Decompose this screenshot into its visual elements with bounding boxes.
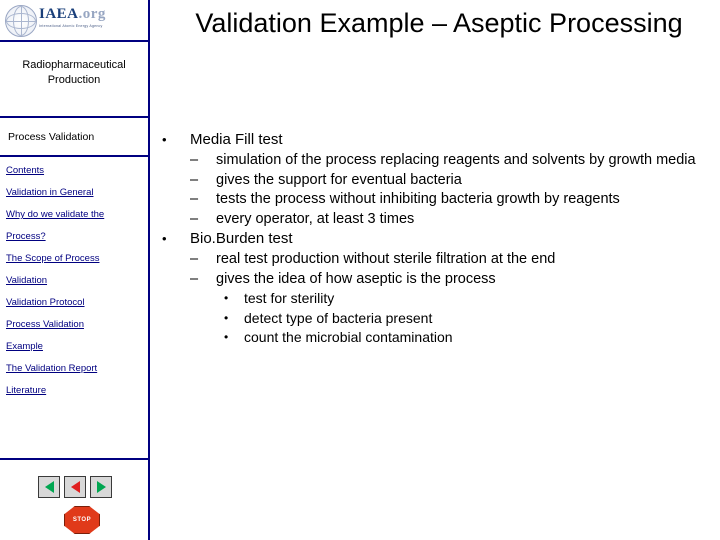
bullet-level3: • detect type of bacteria present — [158, 309, 714, 329]
slide-body: • Media Fill test – simulation of the pr… — [158, 130, 714, 348]
navigation-buttons — [38, 476, 118, 498]
sidebar-divider-top — [0, 116, 148, 118]
bullet-level2: – simulation of the process replacing re… — [158, 151, 714, 171]
sidebar-item-example[interactable]: Example — [6, 341, 148, 352]
sidebar-divider-mid — [0, 155, 148, 157]
bullet-level2-text: simulation of the process replacing reag… — [216, 152, 696, 168]
next-slide-button[interactable] — [90, 476, 112, 498]
sidebar-item-why-do-we-validate-the[interactable]: Why do we validate the — [6, 209, 148, 220]
bullet-dash-icon: – — [190, 152, 199, 168]
logo-name: IAEA.org — [39, 6, 106, 22]
bullet-level3: • test for sterility — [158, 289, 714, 309]
bullet-dot-icon: • — [224, 291, 229, 305]
table-of-contents: Contents Validation in General Why do we… — [6, 165, 148, 407]
stop-label: STOP — [72, 517, 92, 523]
bullet-level2: – real test production without sterile f… — [158, 250, 714, 270]
sidebar-item-validation-protocol[interactable]: Validation Protocol — [6, 297, 148, 308]
bullet-dash-icon: – — [190, 171, 199, 188]
sidebar: IAEA.org International Atomic Energy Age… — [0, 0, 150, 540]
sidebar-item-the-scope-of-process[interactable]: The Scope of Process — [6, 253, 148, 264]
bullet-level2: – every operator, at least 3 times — [158, 210, 714, 230]
bullet-level3-text: detect type of bacteria present — [244, 309, 433, 326]
bullet-level3-text: test for sterility — [244, 290, 335, 306]
bullet-level1-text: Media Fill test — [190, 131, 283, 148]
bullet-level3: • count the microbial contamination — [158, 328, 714, 348]
bullet-level1-text: Bio.Burden test — [190, 230, 293, 247]
bullet-dash-icon: – — [190, 270, 199, 287]
bullet-level3-text: count the microbial contamination — [244, 329, 453, 345]
stop-button[interactable]: STOP — [64, 506, 100, 534]
slide-root: IAEA.org International Atomic Energy Age… — [0, 0, 720, 540]
globe-icon — [5, 5, 37, 37]
stop-octagon-icon: STOP — [64, 506, 100, 534]
triangle-left-icon — [44, 481, 54, 493]
bullet-dot-icon: • — [162, 132, 167, 147]
bullet-level2: – gives the idea of how aseptic is the p… — [158, 270, 714, 290]
logo-name-main: IAEA — [39, 6, 79, 22]
logo-subtitle: International Atomic Energy Agency — [39, 24, 103, 28]
sidebar-item-validation[interactable]: Validation — [6, 275, 148, 286]
sidebar-item-literature[interactable]: Literature — [6, 385, 148, 396]
bullet-level2-text: real test production without sterile fil… — [216, 251, 556, 267]
triangle-right-icon — [96, 481, 106, 493]
triangle-left-red-icon — [70, 481, 80, 493]
bullet-level1: • Bio.Burden test — [158, 229, 714, 249]
bullet-group-media-fill: • Media Fill test – simulation of the pr… — [158, 130, 714, 229]
sidebar-section-heading: Process Validation — [8, 131, 95, 143]
first-slide-button[interactable] — [38, 476, 60, 498]
sidebar-item-contents[interactable]: Contents — [6, 165, 148, 176]
bullet-dot-icon: • — [162, 231, 167, 246]
bullet-dash-icon: – — [190, 210, 199, 227]
bullet-dash-icon: – — [190, 191, 199, 207]
bullet-level2: – tests the process without inhibiting b… — [158, 190, 714, 210]
logo-name-domain: .org — [78, 6, 106, 22]
bullet-level2: – gives the support for eventual bacteri… — [158, 171, 714, 191]
bullet-dash-icon: – — [190, 251, 199, 267]
sidebar-item-process[interactable]: Process? — [6, 231, 148, 242]
bullet-level1: • Media Fill test — [158, 130, 714, 150]
logo-text: IAEA.org International Atomic Energy Age… — [39, 6, 106, 29]
iaea-logo: IAEA.org International Atomic Energy Age… — [0, 0, 148, 42]
bullet-level2-text: gives the idea of how aseptic is the pro… — [216, 270, 496, 287]
previous-slide-button[interactable] — [64, 476, 86, 498]
page-title: Validation Example – Aseptic Processing — [195, 8, 683, 38]
bullet-dot-icon: • — [224, 310, 229, 325]
sidebar-item-the-validation-report[interactable]: The Validation Report — [6, 363, 148, 374]
sidebar-item-process-validation[interactable]: Process Validation — [6, 319, 148, 330]
course-title: Radiopharmaceutical Production — [22, 59, 126, 86]
bullet-level2-text: gives the support for eventual bacteria — [216, 171, 462, 188]
sidebar-item-validation-in-general[interactable]: Validation in General — [6, 187, 148, 198]
sidebar-divider-bottom — [0, 458, 148, 460]
bullet-dot-icon: • — [224, 330, 229, 344]
bullet-level2-text: every operator, at least 3 times — [216, 210, 415, 227]
bullet-level2-text: tests the process without inhibiting bac… — [216, 191, 620, 207]
bullet-group-bioburden: • Bio.Burden test – real test production… — [158, 229, 714, 348]
